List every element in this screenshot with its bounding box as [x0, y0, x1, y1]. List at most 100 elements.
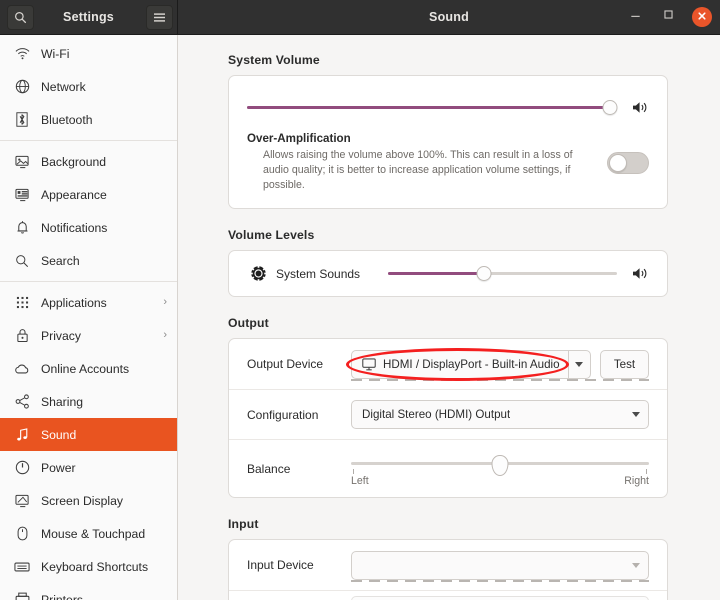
wifi-icon	[12, 47, 32, 60]
sidebar-item-label: Bluetooth	[41, 112, 93, 127]
section-title: Output	[228, 316, 269, 331]
sidebar-item-network[interactable]: Network	[0, 70, 177, 103]
balance-label: Balance	[247, 461, 291, 476]
close-button[interactable]	[692, 7, 712, 27]
share-icon	[12, 394, 32, 409]
chevron-right-icon: ›	[163, 296, 167, 308]
titlebar-sidebar-pane: Settings	[0, 0, 178, 34]
section-title: Volume Levels	[228, 228, 315, 243]
balance-tick-right	[646, 468, 647, 474]
sidebar-item-label: Sharing	[41, 394, 84, 409]
focus-underline	[351, 580, 649, 583]
bell-icon	[12, 220, 32, 235]
network-icon	[12, 79, 32, 94]
sidebar-separator	[0, 281, 177, 282]
sidebar-item-sharing[interactable]: Sharing	[0, 385, 177, 418]
configuration-row: Configuration Digital Stereo (HDMI) Outp…	[229, 389, 667, 439]
system-sounds-slider[interactable]	[388, 265, 617, 283]
sidebar-item-wifi[interactable]: Wi-Fi	[0, 37, 177, 70]
background-icon	[12, 155, 32, 169]
printer-icon	[12, 592, 32, 600]
minimize-icon	[629, 8, 642, 26]
output-device-label: Output Device	[247, 357, 324, 372]
settings-window: Settings Sound Wi-Fi Network Bluetooth B…	[0, 0, 720, 600]
sidebar-item-mouse-touchpad[interactable]: Mouse & Touchpad	[0, 517, 177, 550]
output-device-dropdown-arrow[interactable]	[567, 349, 591, 379]
over-amplification-text: Over-Amplification Allows raising the vo…	[247, 132, 607, 193]
output-device-row: Output Device HDMI / DisplayPort - Built…	[229, 339, 667, 389]
input-device-combo[interactable]	[351, 550, 649, 580]
system-volume-slider[interactable]	[247, 98, 618, 116]
appearance-icon	[12, 188, 32, 202]
sidebar-item-power[interactable]: Power	[0, 451, 177, 484]
hamburger-menu-icon	[153, 12, 166, 23]
sidebar-item-label: Screen Display	[41, 493, 123, 508]
section-title: Input	[228, 517, 259, 532]
sidebar-item-search[interactable]: Search	[0, 244, 177, 277]
sidebar-item-label: Online Accounts	[41, 361, 130, 376]
sidebar-item-label: Sound	[41, 427, 77, 442]
system-volume-row	[229, 76, 667, 120]
sidebar-item-notifications[interactable]: Notifications	[0, 211, 177, 244]
over-amplification-description: Allows raising the volume above 100%. Th…	[263, 149, 573, 192]
cloud-icon	[12, 363, 32, 375]
over-amplification-toggle[interactable]	[607, 151, 649, 174]
system-volume-section: System Volume Over-Amplification Allows …	[228, 53, 668, 210]
sidebar-item-sound[interactable]: Sound	[0, 418, 177, 451]
power-icon	[12, 460, 32, 475]
sidebar-item-label: Search	[41, 253, 80, 268]
slider-handle[interactable]	[602, 99, 618, 115]
balance-tick-left	[353, 468, 354, 474]
titlebar: Settings Sound	[0, 0, 720, 35]
sidebar-item-label: Network	[41, 79, 86, 94]
configuration-combo[interactable]: Digital Stereo (HDMI) Output	[351, 400, 649, 430]
sidebar-item-applications[interactable]: Applications ›	[0, 286, 177, 319]
sidebar-item-label: Appearance	[41, 187, 107, 202]
input-device-label: Input Device	[247, 558, 314, 573]
sidebar-item-privacy[interactable]: Privacy ›	[0, 319, 177, 352]
input-device-row: Input Device	[229, 540, 667, 590]
volume-levels-card: System Sounds	[228, 250, 668, 298]
sidebar-item-online-accounts[interactable]: Online Accounts	[0, 352, 177, 385]
output-device-combo[interactable]: HDMI / DisplayPort - Built-in Audio	[351, 349, 568, 379]
balance-left-label: Left	[351, 474, 369, 487]
sidebar-item-label: Keyboard Shortcuts	[41, 559, 149, 574]
music-note-icon	[12, 427, 32, 442]
balance-right-label: Right	[624, 474, 649, 487]
volume-level-row: System Sounds	[229, 251, 667, 296]
slider-fill	[388, 272, 485, 276]
search-icon	[14, 11, 27, 24]
section-title: System Volume	[228, 53, 320, 67]
output-card: Output Device HDMI / DisplayPort - Built…	[228, 338, 668, 499]
slider-fill	[247, 105, 610, 109]
input-section: Input Input Device	[228, 517, 668, 600]
lock-icon	[12, 328, 32, 343]
sidebar-item-label: Printers	[41, 592, 83, 600]
volume-level-name: System Sounds	[276, 266, 361, 281]
configuration-label: Configuration	[247, 407, 319, 422]
maximize-button[interactable]	[659, 8, 678, 27]
sidebar-item-keyboard-shortcuts[interactable]: Keyboard Shortcuts	[0, 550, 177, 583]
menu-button[interactable]	[146, 4, 173, 30]
sidebar-item-appearance[interactable]: Appearance	[0, 178, 177, 211]
chevron-down-icon	[575, 361, 584, 367]
sidebar-item-background[interactable]: Background	[0, 145, 177, 178]
output-section: Output Output Device HDMI / DisplayPort …	[228, 316, 668, 499]
slider-handle[interactable]	[491, 454, 509, 476]
slider-handle[interactable]	[476, 266, 492, 282]
sidebar-item-printers[interactable]: Printers	[0, 583, 177, 600]
configuration-value: Digital Stereo (HDMI) Output	[362, 408, 511, 422]
titlebar-content-pane: Sound	[178, 0, 720, 34]
sidebar-item-screen-display[interactable]: Screen Display	[0, 484, 177, 517]
toggle-knob	[609, 153, 627, 172]
test-button[interactable]: Test	[600, 349, 649, 379]
input-secondary-combo[interactable]	[351, 596, 649, 600]
minimize-button[interactable]	[626, 8, 645, 27]
search-button[interactable]	[7, 4, 34, 30]
sound-settings-panel: System Volume Over-Amplification Allows …	[178, 35, 720, 600]
monitor-icon	[362, 357, 377, 371]
balance-slider[interactable]: Left Right	[351, 450, 649, 488]
sidebar-item-bluetooth[interactable]: Bluetooth	[0, 103, 177, 136]
sidebar-separator	[0, 140, 177, 141]
volume-high-icon	[631, 266, 649, 281]
